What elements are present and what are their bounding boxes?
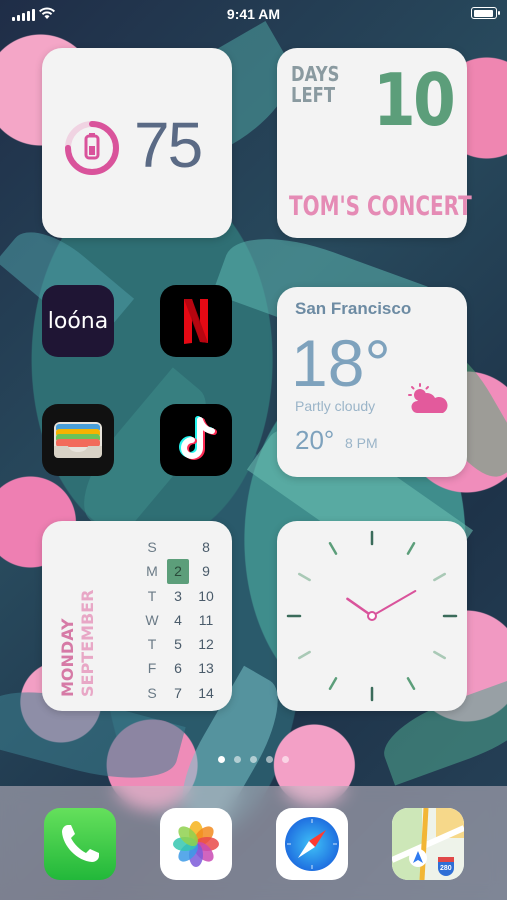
calendar-cell[interactable]: 5 <box>167 632 189 656</box>
battery-percentage: 75 <box>134 109 203 181</box>
clock-tick <box>298 572 311 582</box>
calendar-day-letters: SMTWTFS <box>141 535 163 705</box>
calendar-cell[interactable]: F <box>141 656 163 680</box>
page-dot[interactable] <box>250 756 257 763</box>
dock-phone[interactable] <box>44 808 116 880</box>
partly-cloudy-icon <box>408 383 448 413</box>
loona-icon: loóna <box>47 308 109 334</box>
calendar-weekday: MONDAY <box>58 618 77 697</box>
status-bar: 9:41 AM <box>0 0 507 30</box>
calendar-cell[interactable]: 9 <box>195 559 217 583</box>
calendar-cell[interactable]: 12 <box>195 632 217 656</box>
page-indicator[interactable] <box>0 756 507 763</box>
phone-icon <box>62 825 99 862</box>
countdown-event: TOM'S CONCERT <box>289 191 472 222</box>
calendar-cell[interactable]: W <box>141 608 163 632</box>
tiktok-icon <box>179 416 217 460</box>
clock-tick <box>406 677 416 690</box>
safari-icon <box>285 817 339 871</box>
clock-tick <box>298 650 311 660</box>
clock-tick <box>406 542 416 555</box>
countdown-widget[interactable]: DAYS LEFT 10 TOM'S CONCERT <box>277 48 472 238</box>
clock-tick <box>328 542 338 555</box>
calendar-cell[interactable]: 4 <box>167 608 189 632</box>
calendar-cell[interactable]: S <box>141 535 163 559</box>
maps-icon <box>392 808 464 880</box>
calendar-cell[interactable]: 7 <box>167 681 189 705</box>
calendar-cell[interactable] <box>167 535 189 559</box>
dock-photos[interactable] <box>160 808 232 880</box>
calendar-cell[interactable]: S <box>141 681 163 705</box>
calendar-cell[interactable]: 11 <box>195 608 217 632</box>
calendar-cell[interactable]: T <box>141 632 163 656</box>
calendar-widget[interactable]: MONDAY SEPTEMBER SMTWTFS 234567 8 9 10 11 12… <box>42 521 232 711</box>
photos-icon <box>173 821 219 867</box>
calendar-cell[interactable]: 3 <box>167 584 189 608</box>
netflix-icon <box>184 299 208 344</box>
clock-minute-hand <box>371 590 417 617</box>
clock-widget[interactable] <box>277 521 467 711</box>
calendar-cell[interactable]: 10 <box>195 584 217 608</box>
app-loona[interactable]: loóna <box>42 285 114 357</box>
page-dot[interactable] <box>234 756 241 763</box>
dock-maps[interactable]: 280 <box>392 808 464 880</box>
page-dot[interactable] <box>282 756 289 763</box>
calendar-cell[interactable]: T <box>141 584 163 608</box>
clock-center <box>367 611 377 621</box>
calendar-cell[interactable]: 13 <box>195 656 217 680</box>
page-dot[interactable] <box>218 756 225 763</box>
calendar-week-1: 234567 <box>167 535 189 705</box>
weather-temperature: 18° <box>291 326 391 400</box>
page-dot[interactable] <box>266 756 273 763</box>
calendar-cell[interactable]: 6 <box>167 656 189 680</box>
calendar-cell[interactable]: 8 <box>195 535 217 559</box>
analog-clock <box>286 530 458 702</box>
calendar-cell[interactable]: M <box>141 559 163 583</box>
calendar-cell[interactable]: 2 <box>167 559 189 584</box>
app-wallet[interactable] <box>42 404 114 476</box>
clock-tick <box>433 572 446 582</box>
status-time: 9:41 AM <box>226 6 281 22</box>
battery-icon <box>471 7 500 19</box>
battery-ring-icon <box>65 121 119 175</box>
dock: 280 <box>0 786 507 900</box>
wallet-icon <box>54 422 102 458</box>
dock-safari[interactable] <box>276 808 348 880</box>
app-netflix[interactable] <box>160 285 232 357</box>
clock-tick <box>433 650 446 660</box>
app-tiktok[interactable] <box>160 404 232 476</box>
calendar-month: SEPTEMBER <box>78 589 97 697</box>
weather-widget[interactable]: San Francisco 18° Partly cloudy 20° 8 PM <box>277 287 467 477</box>
clock-tick <box>328 677 338 690</box>
maps-badge: 280 <box>440 865 452 872</box>
calendar-week-2: 8 9 10 11 12 13 14 <box>195 535 217 705</box>
calendar-cell[interactable]: 14 <box>195 681 217 705</box>
weather-city: San Francisco <box>295 299 412 318</box>
battery-widget[interactable]: 75 <box>42 48 232 238</box>
weather-condition: Partly cloudy <box>295 398 376 414</box>
weather-next-time: 8 PM <box>345 435 378 451</box>
countdown-label: DAYS LEFT <box>291 62 340 107</box>
countdown-days: 10 <box>372 58 456 142</box>
weather-next-temp: 20° <box>295 425 335 455</box>
